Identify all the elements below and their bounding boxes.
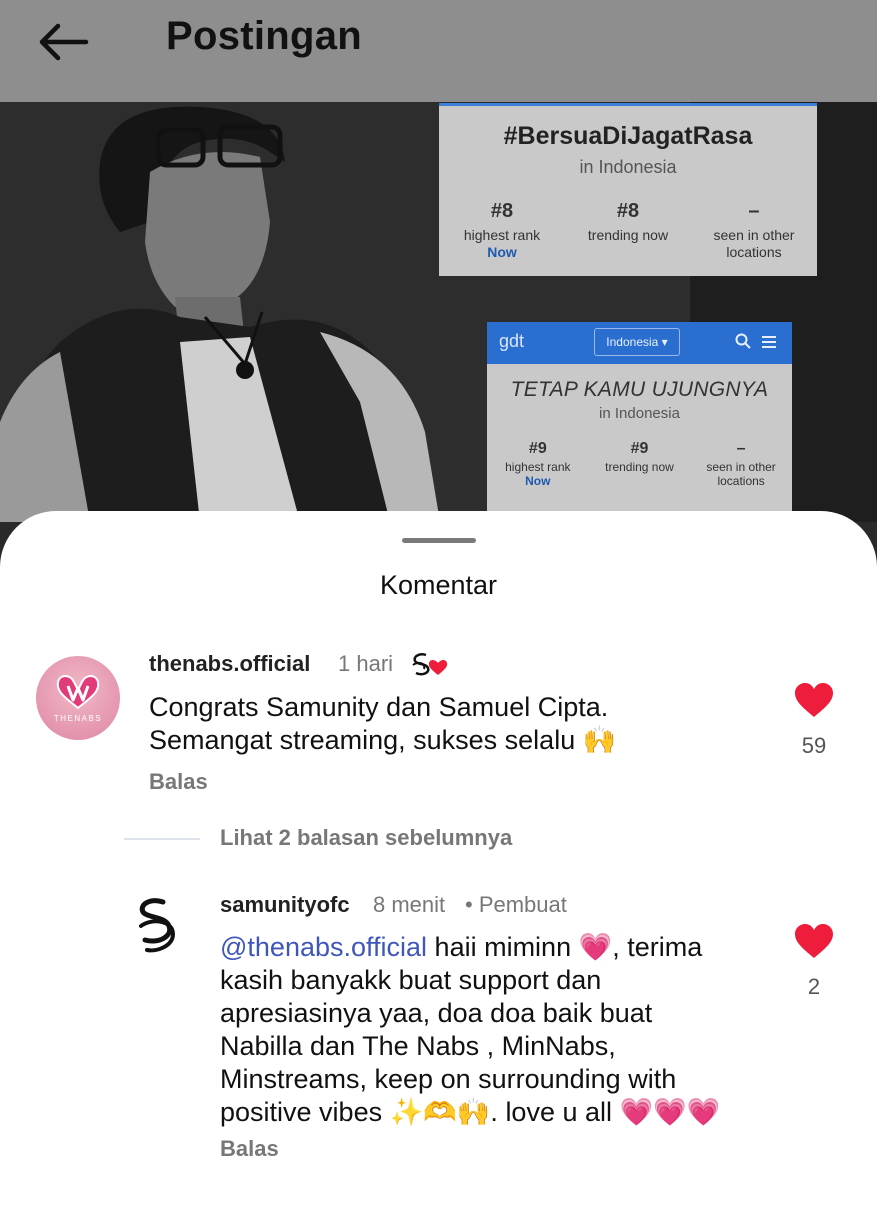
creator-liked-badge-icon xyxy=(412,653,448,676)
stat-highest-rank: #8 highest rank Now xyxy=(440,200,565,261)
stat-label: seen in other locations xyxy=(706,460,776,488)
trend-subtitle: in Indonesia xyxy=(599,405,680,422)
mention-link[interactable]: @thenabs.official xyxy=(220,932,427,962)
comment-text-line: Congrats Samunity dan Samuel Cipta. xyxy=(149,692,609,722)
avatar-brand-text: THENABS xyxy=(53,714,103,723)
heart-logo-icon xyxy=(56,675,100,710)
comment-text-line: Nabilla dan The Nabs , MinNabs, xyxy=(220,1031,616,1061)
comment-username[interactable]: samunityofc xyxy=(220,892,350,918)
comment-text-line: Minstreams, keep on surrounding with xyxy=(220,1064,677,1094)
stat-value: #8 xyxy=(616,200,640,222)
trend-card-1: #BersuaDiJagatRasa in Indonesia #8 highe… xyxy=(439,103,817,276)
trend-title: #BersuaDiJagatRasa xyxy=(503,122,753,150)
top-bar: Postingan xyxy=(0,0,877,102)
trend-stats: #9 highest rank Now #9 trending now – se… xyxy=(487,440,792,488)
stat-other-locations: – seen in other locations xyxy=(691,440,792,488)
comment-time: 8 menit xyxy=(373,892,446,917)
trend-subtitle: in Indonesia xyxy=(579,157,677,177)
search-icon xyxy=(735,333,751,349)
back-button[interactable] xyxy=(34,20,94,64)
stat-label: trending now xyxy=(605,460,674,474)
menu-icon xyxy=(762,336,776,348)
like-count: 2 xyxy=(807,974,821,999)
avatar[interactable]: THENABS xyxy=(36,656,120,740)
stat-value: – xyxy=(736,440,746,457)
like-count: 59 xyxy=(801,733,827,758)
comment-time: 1 hari xyxy=(338,651,394,676)
like-heart-icon[interactable] xyxy=(794,683,834,719)
reply-button[interactable]: Balas xyxy=(220,1136,279,1162)
comment-text-line: kasih banyakk buat support dan xyxy=(220,965,602,995)
trend-card-2: gdt Indonesia ▾ TETAP KAMU UJUNGNYA in I… xyxy=(487,322,792,512)
gdt-header-bar: gdt Indonesia ▾ xyxy=(487,322,792,364)
comment-username[interactable]: thenabs.official xyxy=(149,651,310,677)
stat-value: – xyxy=(748,200,760,222)
comments-title: Komentar xyxy=(379,570,498,600)
stat-value: #8 xyxy=(490,200,514,222)
comment-text: @thenabs.official haii miminn 💗, terima … xyxy=(220,931,780,1129)
comment-text-line: @thenabs.official haii miminn 💗, terima xyxy=(220,931,780,964)
stat-label: trending now xyxy=(587,227,669,243)
trend-stats: #8 highest rank Now #8 trending now – se… xyxy=(439,200,817,261)
stat-trending-now: #8 trending now xyxy=(566,200,691,261)
country-select: Indonesia ▾ xyxy=(594,328,680,356)
reply-button[interactable]: Balas xyxy=(149,769,208,795)
arrow-left-icon xyxy=(39,23,89,61)
stat-note: Now xyxy=(525,474,551,488)
stat-highest-rank: #9 highest rank Now xyxy=(488,440,589,488)
gdt-logo: gdt xyxy=(499,331,525,351)
page-title: Postingan xyxy=(166,14,363,58)
comment-text-segment: haii miminn 💗, terima xyxy=(427,932,703,962)
like-heart-icon[interactable] xyxy=(794,924,834,960)
comment-text-line: positive vibes ✨🫶🙌. love u all 💗💗💗 xyxy=(220,1097,721,1127)
avatar[interactable] xyxy=(133,896,189,956)
drag-handle[interactable] xyxy=(402,538,476,543)
comment-text: Congrats Samunity dan Samuel Cipta. Sema… xyxy=(149,691,616,757)
stat-value: #9 xyxy=(528,440,547,457)
comment-text-line: apresiasinya yaa, doa doa baik buat xyxy=(220,998,653,1028)
creator-badge: • Pembuat xyxy=(465,892,567,917)
comments-sheet: Komentar THENABS thenabs.official 1 hari… xyxy=(0,511,877,1211)
stat-other-locations: – seen in other locations xyxy=(692,200,817,261)
comment-text-line: Semangat streaming, sukses selalu 🙌 xyxy=(149,725,617,755)
stat-note: Now xyxy=(487,244,517,260)
trend-title: TETAP KAMU UJUNGNYA xyxy=(510,378,769,401)
stat-label: seen in other locations xyxy=(713,227,795,260)
view-previous-replies-button[interactable]: Lihat 2 balasan sebelumnya xyxy=(220,825,512,851)
stat-label: highest rank xyxy=(463,227,541,243)
stat-label: highest rank xyxy=(505,460,571,474)
stat-value: #9 xyxy=(630,440,649,457)
replies-divider xyxy=(124,838,200,840)
stat-trending-now: #9 trending now xyxy=(589,440,690,488)
